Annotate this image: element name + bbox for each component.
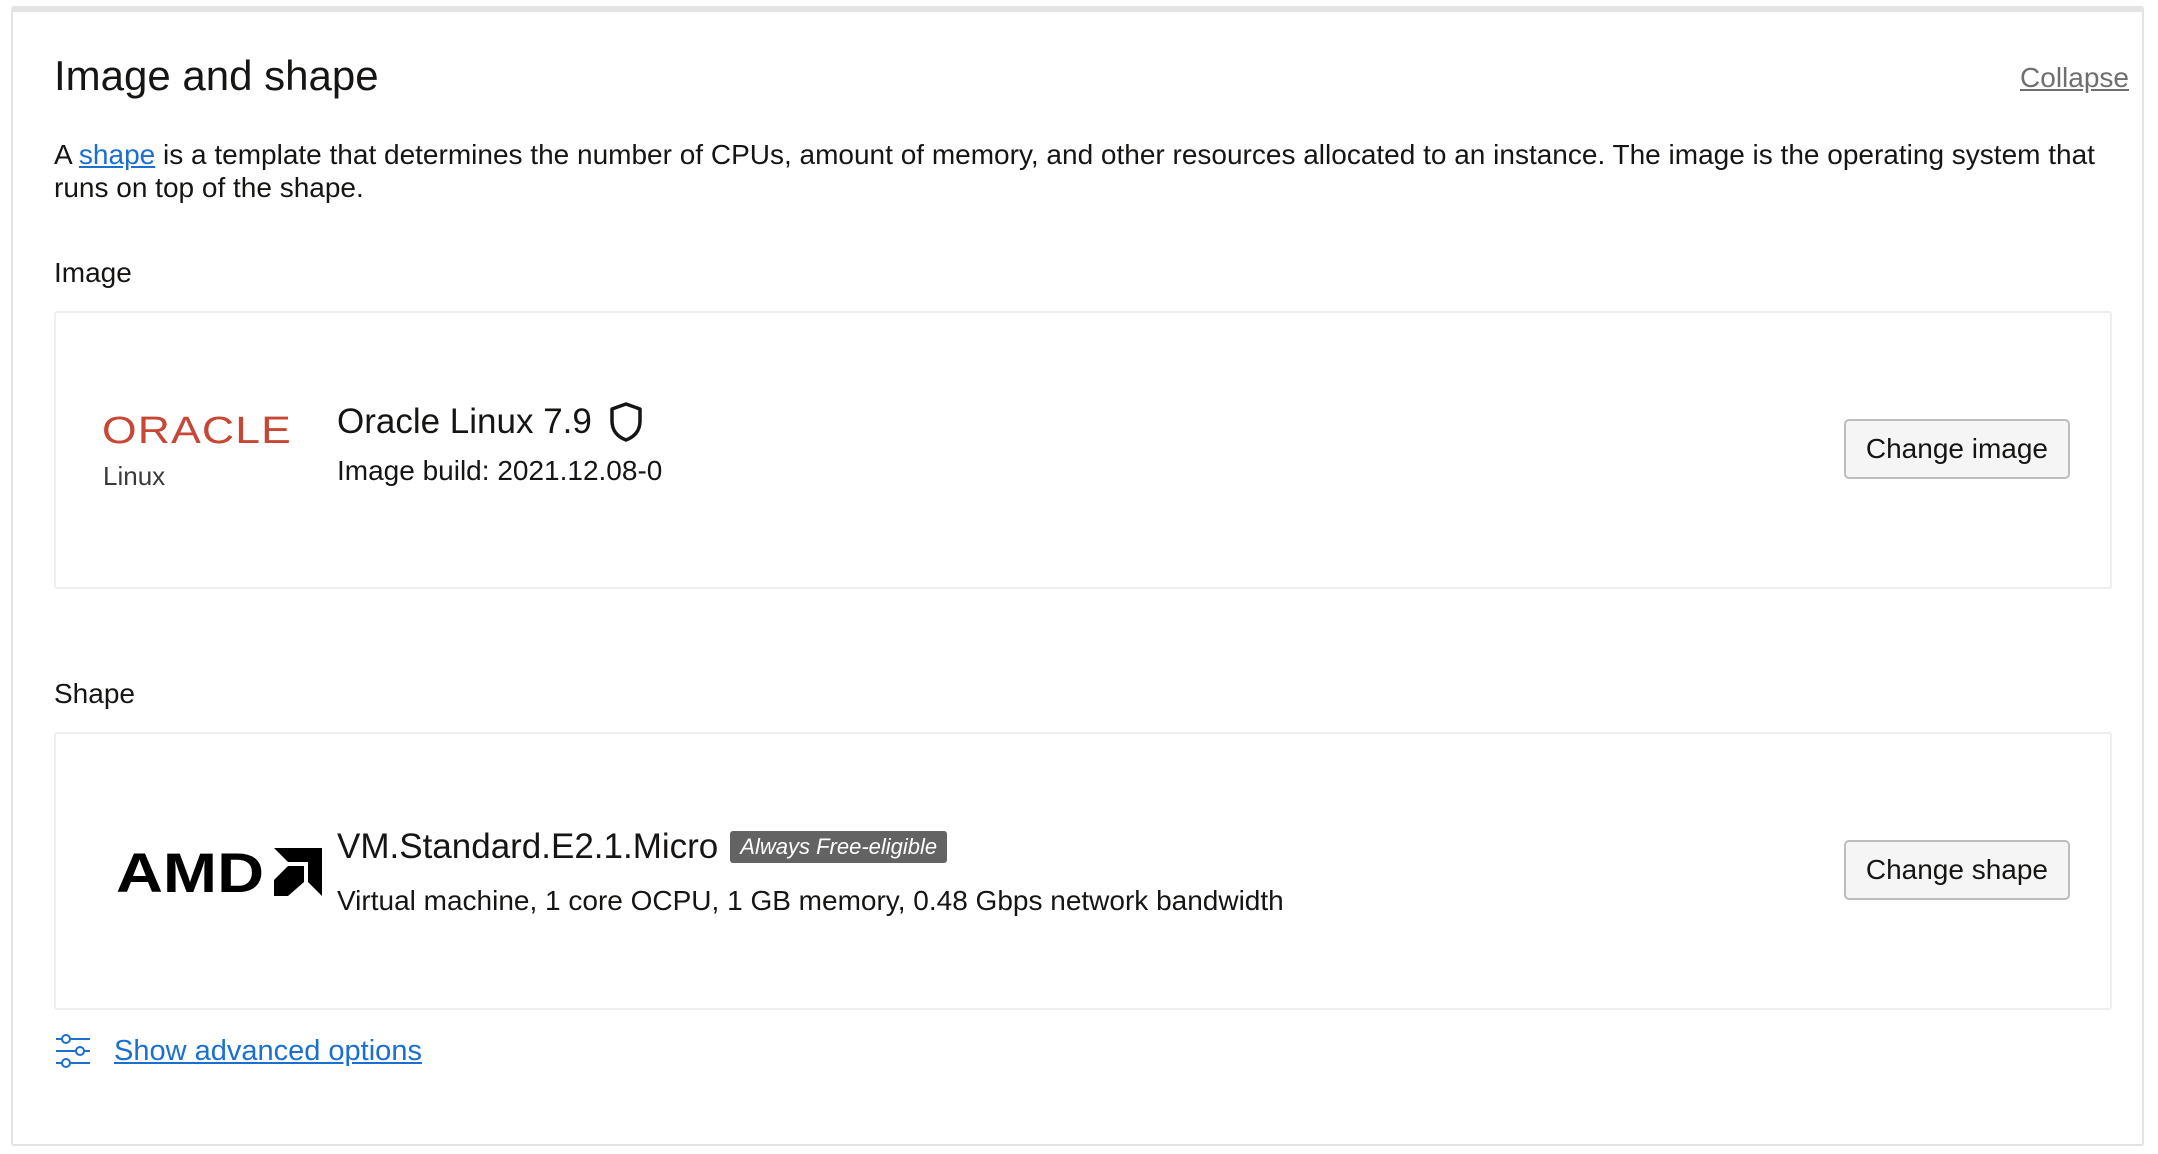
collapse-link[interactable]: Collapse — [2020, 62, 2129, 94]
shape-name-row: VM.Standard.E2.1.Micro Always Free-eligi… — [337, 827, 948, 867]
show-advanced-options-link[interactable]: Show advanced options — [114, 1035, 422, 1068]
section-title: Image and shape — [54, 52, 379, 99]
image-section-label: Image — [54, 257, 132, 288]
image-build: Image build: 2021.12.08-0 — [337, 455, 663, 486]
shield-icon — [610, 402, 642, 442]
image-name: Oracle Linux 7.9 — [337, 402, 592, 441]
amd-arrow-icon — [274, 848, 322, 896]
shape-help-link[interactable]: shape — [79, 139, 155, 170]
always-free-badge: Always Free-eligible — [730, 831, 948, 863]
section-description: A shape is a template that determines th… — [54, 138, 2114, 204]
oracle-logo-text: ORACLE — [102, 413, 292, 452]
image-and-shape-panel: Image and shape Collapse A shape is a te… — [11, 6, 2144, 1146]
amd-logo-text: AMD — [116, 844, 264, 900]
shape-details: Virtual machine, 1 core OCPU, 1 GB memor… — [337, 885, 1284, 916]
show-advanced-options[interactable]: Show advanced options — [54, 1032, 422, 1070]
amd-logo: AMD — [116, 844, 322, 900]
description-prefix: A — [54, 139, 79, 170]
description-text: is a template that determines the number… — [54, 139, 2095, 203]
change-image-button[interactable]: Change image — [1843, 419, 2070, 479]
change-shape-button[interactable]: Change shape — [1843, 840, 2070, 900]
image-card: ORACLE Linux Oracle Linux 7.9 Image buil… — [54, 311, 2112, 589]
shape-card: AMD VM.Standard.E2.1.Micro Always Free-e… — [54, 732, 2112, 1010]
linux-logo-text: Linux — [103, 461, 165, 491]
oracle-linux-logo: ORACLE Linux — [102, 413, 292, 491]
image-name-row: Oracle Linux 7.9 — [337, 401, 644, 443]
shape-name: VM.Standard.E2.1.Micro — [337, 827, 719, 866]
sliders-icon — [56, 1034, 90, 1068]
shape-section-label: Shape — [54, 678, 135, 709]
